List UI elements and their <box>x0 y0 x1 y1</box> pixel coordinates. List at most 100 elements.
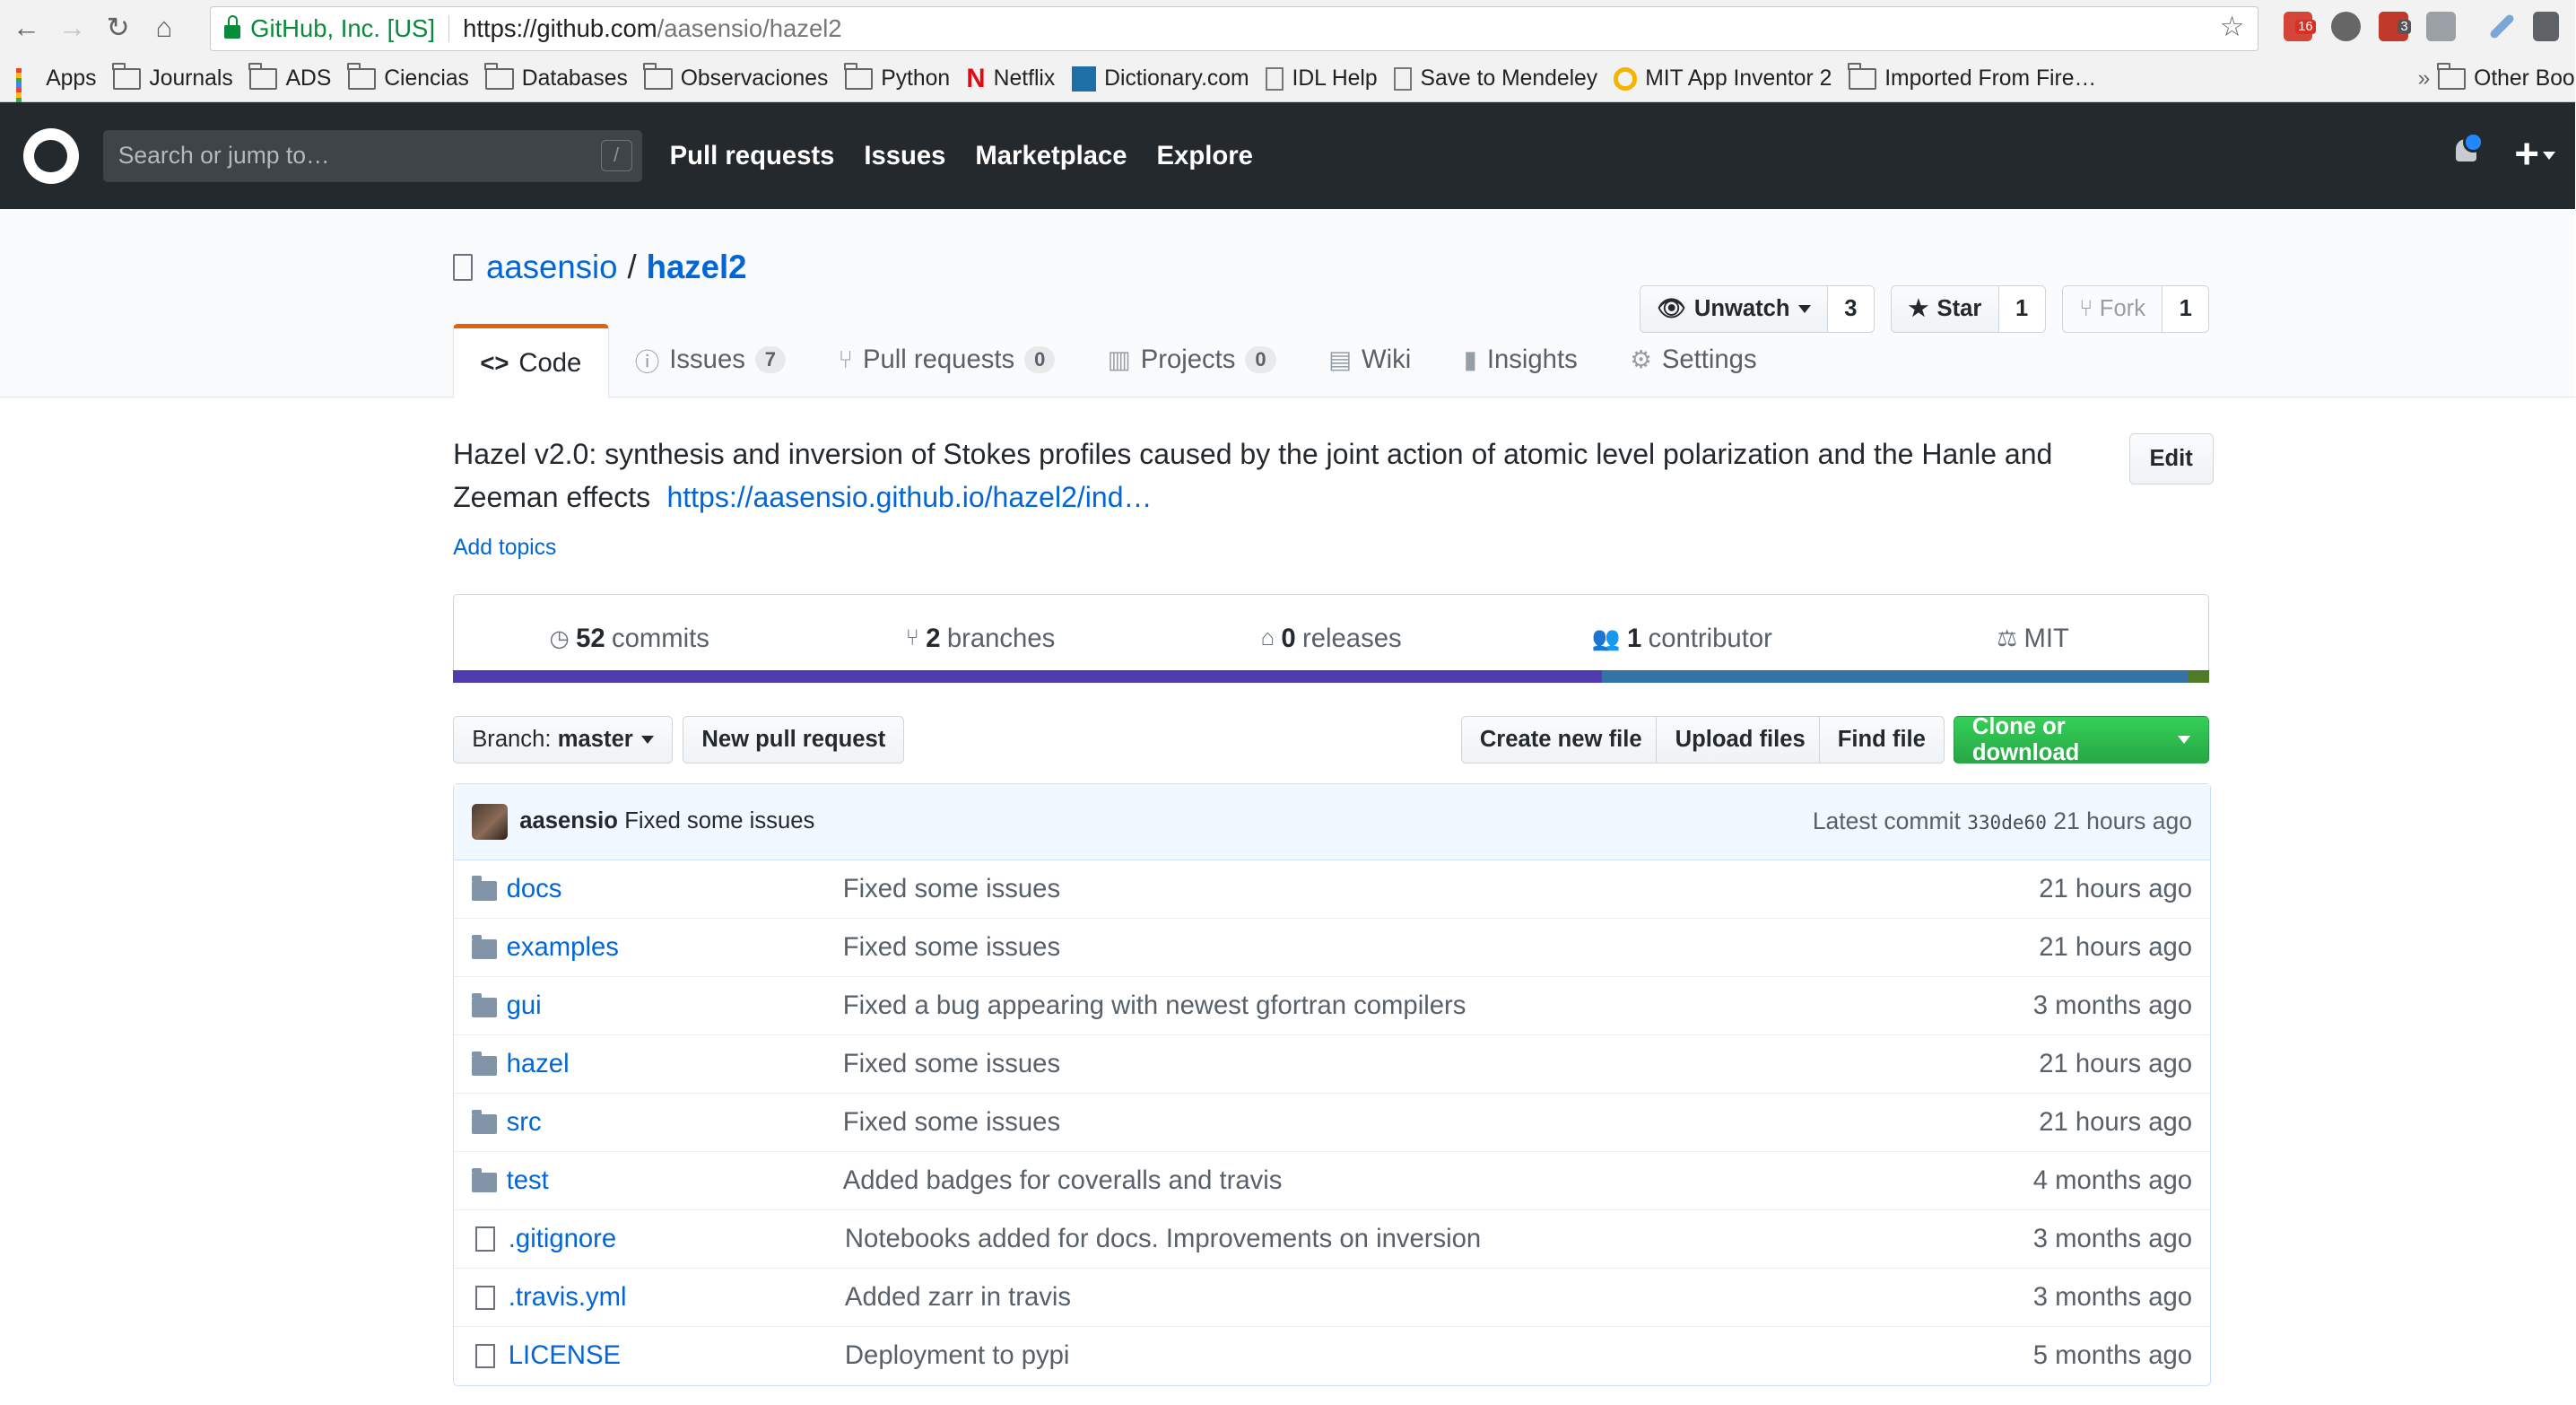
bookmark-other[interactable]: Other Boo <box>2436 63 2575 92</box>
bookmark-apps[interactable]: Apps <box>16 66 97 113</box>
clone-or-download-button[interactable]: Clone or download <box>1953 714 2210 765</box>
bookmark-folder[interactable]: Observaciones <box>643 63 828 92</box>
commit-message-link[interactable]: Fixed some issues <box>624 808 814 834</box>
language-bar[interactable] <box>453 669 2210 684</box>
address-bar[interactable]: GitHub, Inc. [US] https://github.com/aas… <box>210 6 2259 51</box>
branches-link[interactable]: ⑂ 2 branches <box>805 624 1155 654</box>
bookmark-idl-help[interactable]: IDL Help <box>1265 66 1378 92</box>
tab-wiki[interactable]: ▤ Wiki <box>1302 324 1438 395</box>
edit-description-button[interactable]: Edit <box>2128 433 2214 484</box>
page-icon <box>1265 66 1284 91</box>
tab-issues[interactable]: ⓘ Issues 7 <box>609 324 813 395</box>
fork-button[interactable]: ⑂ Fork <box>2061 284 2163 333</box>
bookmark-folder[interactable]: Python <box>843 63 950 92</box>
repo-owner-link[interactable]: aasensio <box>486 249 617 286</box>
language-segment[interactable] <box>1601 669 2189 684</box>
tab-insights[interactable]: ▮ Insights <box>1438 324 1604 395</box>
add-topics-link[interactable]: Add topics <box>453 536 2209 561</box>
file-name-link[interactable]: hazel <box>507 1049 843 1079</box>
bookmark-netflix[interactable]: N Netflix <box>966 64 1055 94</box>
releases-link[interactable]: ⌂ 0 releases <box>1156 624 1507 654</box>
clip-extension-icon[interactable] <box>2425 11 2456 41</box>
nav-pull-requests[interactable]: Pull requests <box>670 141 835 171</box>
file-name-link[interactable]: test <box>507 1165 843 1196</box>
url-text[interactable]: https://github.com/aasensio/hazel2 <box>463 14 842 43</box>
commit-message-link[interactable]: Fixed some issues <box>843 932 2039 963</box>
bookmark-folder[interactable]: Ciencias <box>346 63 469 92</box>
github-logo-icon[interactable] <box>22 127 79 185</box>
tab-projects[interactable]: ▥ Projects 0 <box>1082 324 1302 395</box>
shield-badge: 3 <box>2397 19 2412 34</box>
tab-code[interactable]: <> Code <box>453 324 609 399</box>
file-name-link[interactable]: docs <box>507 874 843 904</box>
commit-age: 21 hours ago <box>2039 874 2193 904</box>
file-name-link[interactable]: .gitignore <box>509 1224 845 1254</box>
search-input[interactable]: Search or jump to… / <box>103 129 642 183</box>
stars-count[interactable]: 1 <box>1998 284 2046 333</box>
eyedropper-extension-icon[interactable] <box>2488 13 2516 40</box>
back-icon[interactable]: ← <box>6 8 46 48</box>
bookmark-folder[interactable]: ADS <box>248 63 331 92</box>
nav-issues[interactable]: Issues <box>864 141 945 171</box>
bookmark-app-inventor[interactable]: MIT App Inventor 2 <box>1614 66 1832 92</box>
bookmarks-overflow-button[interactable]: » <box>2418 66 2431 92</box>
homepage-link[interactable]: https://aasensio.github.io/hazel2/ind… <box>666 481 1152 513</box>
commit-message-link[interactable]: Fixed some issues <box>843 1049 2039 1079</box>
commit-message-link[interactable]: Fixed some issues <box>843 1107 2039 1138</box>
table-row: .gitignore Notebooks added for docs. Impr… <box>454 1209 2211 1268</box>
chevron-down-icon[interactable] <box>2543 152 2556 161</box>
menu-extension-icon[interactable] <box>2532 11 2559 41</box>
star-button[interactable]: ★ Star <box>1891 284 1999 333</box>
watchers-count[interactable]: 3 <box>1828 284 1875 333</box>
repo-description: Hazel v2.0: synthesis and inversion of S… <box>453 438 2053 513</box>
chevron-down-icon <box>1797 304 1811 313</box>
globe-extension-icon[interactable] <box>2330 11 2361 41</box>
bookmark-star-icon[interactable]: ☆ <box>2220 11 2245 43</box>
branch-select-button[interactable]: Branch: master <box>453 715 674 764</box>
file-name-link[interactable]: .travis.yml <box>509 1282 845 1313</box>
file-name-link[interactable]: gui <box>507 990 843 1021</box>
commit-sha-link[interactable]: 330de60 <box>1967 811 2047 833</box>
language-segment[interactable] <box>453 669 1602 684</box>
license-link[interactable]: ⚖ MIT <box>1858 624 2208 654</box>
nav-explore[interactable]: Explore <box>1157 141 1253 171</box>
language-segment[interactable] <box>2188 669 2210 684</box>
history-icon: ◷ <box>549 625 570 651</box>
repo-name-link[interactable]: hazel2 <box>647 249 747 286</box>
commit-message-link[interactable]: Added zarr in travis <box>845 1282 2033 1313</box>
bookmark-mendeley[interactable]: Save to Mendeley <box>1393 66 1597 92</box>
book-icon: ▤ <box>1328 345 1353 373</box>
commit-author-link[interactable]: aasensio <box>519 808 618 834</box>
nav-marketplace[interactable]: Marketplace <box>975 141 1127 171</box>
forward-icon[interactable]: → <box>53 8 92 48</box>
file-name-link[interactable]: LICENSE <box>509 1340 845 1371</box>
tab-settings[interactable]: ⚙ Settings <box>1604 324 1783 395</box>
file-name-link[interactable]: src <box>507 1107 843 1138</box>
bookmark-folder[interactable]: Journals <box>112 63 233 92</box>
file-name-link[interactable]: examples <box>507 932 843 963</box>
create-new-plus-icon[interactable]: + <box>2514 129 2539 179</box>
commits-link[interactable]: ◷ 52 commits <box>454 624 805 654</box>
upload-files-button[interactable]: Upload files <box>1656 715 1824 764</box>
bookmark-folder[interactable]: Databases <box>484 63 628 92</box>
contributors-link[interactable]: 👥 1 contributor <box>1507 624 1858 654</box>
create-new-file-button[interactable]: Create new file <box>1460 715 1661 764</box>
home-icon[interactable]: ⌂ <box>144 8 184 48</box>
avatar[interactable] <box>472 803 509 841</box>
commit-age: 21 hours ago <box>2039 932 2193 963</box>
bookmark-dictionary[interactable]: Dictionary.com <box>1071 66 1249 92</box>
forks-count[interactable]: 1 <box>2163 284 2210 333</box>
commit-message-link[interactable]: Fixed some issues <box>843 874 2039 904</box>
new-pull-request-button[interactable]: New pull request <box>683 715 905 764</box>
find-file-button[interactable]: Find file <box>1818 715 1945 764</box>
commit-message-link[interactable]: Fixed a bug appearing with newest gfortr… <box>843 990 2033 1021</box>
reload-icon[interactable]: ↻ <box>99 8 138 48</box>
folder-icon <box>2436 63 2466 90</box>
tab-pull-requests[interactable]: ⑂ Pull requests 0 <box>812 324 1081 395</box>
folder-icon <box>484 63 514 90</box>
bookmark-folder[interactable]: Imported From Fire… <box>1847 63 2096 92</box>
browser-toolbar: ← → ↻ ⌂ GitHub, Inc. [US] https://github… <box>0 0 2576 57</box>
commit-message-link[interactable]: Deployment to pypi <box>845 1340 2033 1371</box>
commit-message-link[interactable]: Added badges for coveralls and travis <box>843 1165 2033 1196</box>
commit-message-link[interactable]: Notebooks added for docs. Improvements o… <box>845 1224 2033 1254</box>
